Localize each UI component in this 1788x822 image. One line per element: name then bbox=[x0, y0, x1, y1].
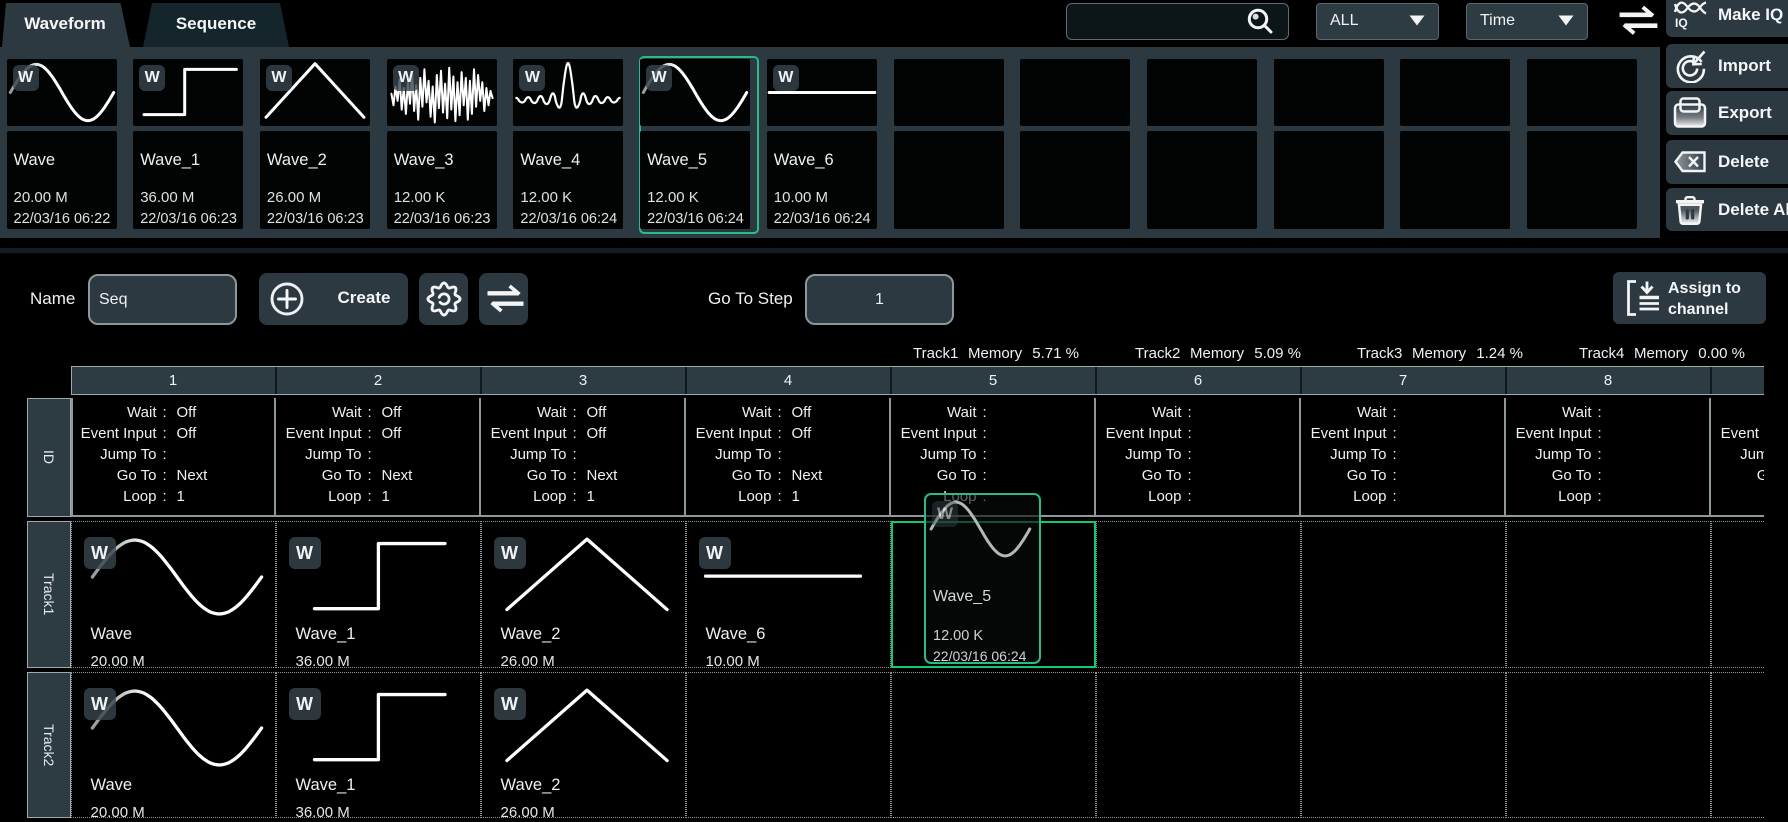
svg-text:IQ: IQ bbox=[1675, 16, 1688, 30]
